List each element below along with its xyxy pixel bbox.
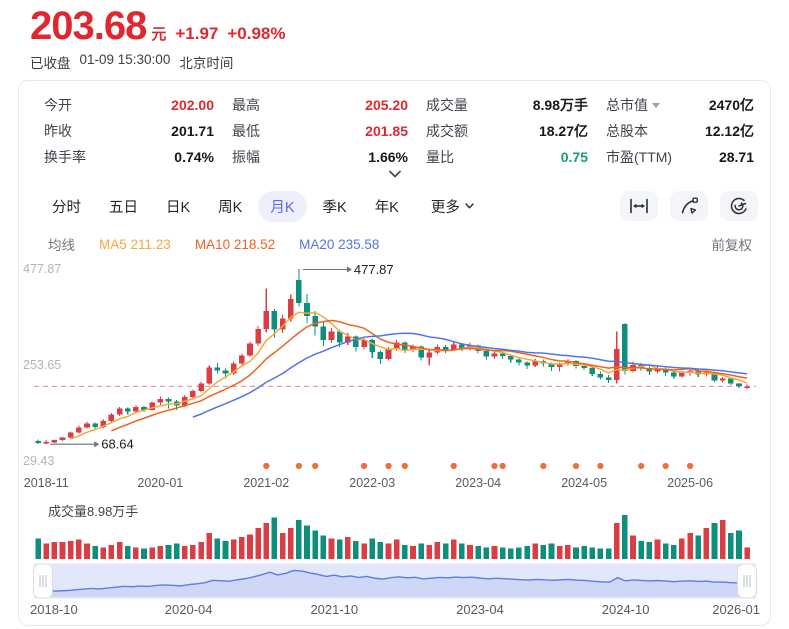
stat-turnover-amount: 成交额 18.27亿 — [426, 123, 588, 139]
tab-weekly-k[interactable]: 周K — [206, 191, 254, 222]
market-cap-dropdown-icon[interactable] — [652, 103, 660, 112]
navigator-date-label: 2021-10 — [310, 602, 359, 617]
navigator-date-label: 2026-01 — [712, 602, 760, 617]
current-price: 203.68 — [30, 4, 147, 48]
dividend-dots — [263, 462, 694, 470]
svg-text:29.43: 29.43 — [23, 454, 54, 468]
stat-turnover-rate: 换手率 0.74% — [44, 149, 214, 165]
tab-minute[interactable]: 分时 — [40, 191, 93, 222]
navigator-left-handle[interactable] — [33, 563, 53, 599]
svg-text:68.64: 68.64 — [101, 437, 134, 452]
stat-market-cap: 总市值 2470亿 — [606, 97, 754, 113]
indicator-gauge-icon — [730, 197, 748, 215]
more-periods-button[interactable]: 更多 — [423, 191, 483, 222]
stat-amplitude: 振幅 1.66% — [232, 149, 408, 165]
ma20-line — [192, 332, 748, 418]
navigator-axis-labels: 2018-10 2020-04 2021-10 2023-04 2024-10 2026-… — [19, 602, 770, 618]
expand-horizontal-button[interactable] — [620, 191, 658, 221]
stat-volume: 成交量 8.98万手 — [426, 97, 588, 113]
tab-yearly-k[interactable]: 年K — [363, 191, 411, 222]
ma20-legend: MA20 235.58 — [299, 236, 380, 252]
price-header: 203.68 元 +1.97 +0.98% — [30, 4, 286, 49]
candles — [35, 269, 750, 445]
drawing-tools-button[interactable] — [670, 191, 708, 221]
market-status: 已收盘 — [30, 56, 71, 71]
stat-volume-ratio: 量比 0.75 — [426, 149, 588, 165]
chevron-down-icon — [388, 170, 401, 178]
quote-datetime: 01-09 15:30:00 — [79, 52, 171, 67]
stat-prev-close: 昨收 201.71 — [44, 123, 214, 139]
market-status-row: 已收盘 01-09 15:30:00 北京时间 — [30, 52, 233, 72]
chevron-down-icon — [465, 203, 474, 209]
navigator-date-label: 2020-04 — [164, 602, 213, 617]
ma-legend-row: 均线 MA5 211.23 MA10 218.52 MA20 235.58 前复… — [48, 234, 752, 254]
ma-title: 均线 — [48, 238, 75, 253]
tab-daily-k[interactable]: 日K — [154, 191, 202, 222]
svg-text:477.87: 477.87 — [23, 262, 61, 276]
svg-text:2024-05: 2024-05 — [561, 476, 607, 490]
svg-text:2023-04: 2023-04 — [455, 476, 501, 490]
navigator-date-label: 2018-10 — [30, 602, 78, 617]
timezone-label: 北京时间 — [179, 56, 234, 71]
tab-quarterly-k[interactable]: 季K — [311, 191, 359, 222]
svg-text:2022-03: 2022-03 — [349, 476, 395, 490]
svg-text:2020-01: 2020-01 — [137, 476, 183, 490]
tab-monthly-k[interactable]: 月K — [258, 190, 307, 222]
svg-text:2018-11: 2018-11 — [24, 476, 69, 490]
volume-pane-label: 成交量8.98万手 — [48, 504, 139, 519]
currency-unit: 元 — [151, 26, 167, 43]
stat-low: 最低 201.85 — [232, 123, 408, 139]
navigator-right-handle[interactable] — [737, 563, 757, 599]
navigator-date-label: 2023-04 — [456, 602, 504, 617]
svg-text:2021-02: 2021-02 — [243, 476, 289, 490]
svg-text:253.65: 253.65 — [23, 358, 61, 372]
y-axis-labels: 477.87 253.65 29.43 — [23, 262, 61, 468]
main-candlestick-chart[interactable]: 477.87 253.65 29.43 477.87 68.64 2018-11 2020-… — [19, 257, 770, 493]
collapse-stats-button[interactable] — [19, 169, 770, 185]
stat-high: 最高 205.20 — [232, 97, 408, 113]
forward-adjusted-toggle[interactable]: 前复权 — [712, 234, 753, 254]
price-change-percent: +0.98% — [227, 24, 286, 43]
tab-five-day[interactable]: 五日 — [97, 191, 150, 222]
stat-open: 今开 202.00 — [44, 97, 214, 113]
stats-grid: 今开 202.00 最高 205.20 成交量 8.98万手 总市值 2470亿… — [44, 92, 754, 170]
svg-text:477.87: 477.87 — [354, 262, 394, 277]
indicator-settings-button[interactable] — [720, 191, 758, 221]
expand-horizontal-icon — [630, 198, 648, 214]
x-axis-labels: 2018-11 2020-01 2021-02 2022-03 2023-04 2024-… — [24, 476, 713, 490]
period-tab-bar: 分时 五日 日K 周K 月K 季K 年K 更多 — [40, 190, 758, 222]
ma10-legend: MA10 218.52 — [194, 236, 276, 252]
draw-tools-icon — [681, 197, 698, 214]
stat-total-shares: 总股本 12.12亿 — [606, 123, 754, 139]
ma5-line — [70, 311, 748, 440]
price-change: +1.97 — [175, 24, 219, 43]
volume-bars — [35, 515, 750, 559]
range-navigator[interactable] — [19, 563, 770, 600]
stat-pe-ttm: 市盈(TTM) 28.71 — [606, 149, 754, 165]
quote-card: 今开 202.00 最高 205.20 成交量 8.98万手 总市值 2470亿… — [18, 80, 771, 626]
ma5-legend: MA5 211.23 — [99, 236, 171, 252]
svg-text:2025-06: 2025-06 — [667, 476, 713, 490]
navigator-date-label: 2024-10 — [601, 602, 650, 617]
